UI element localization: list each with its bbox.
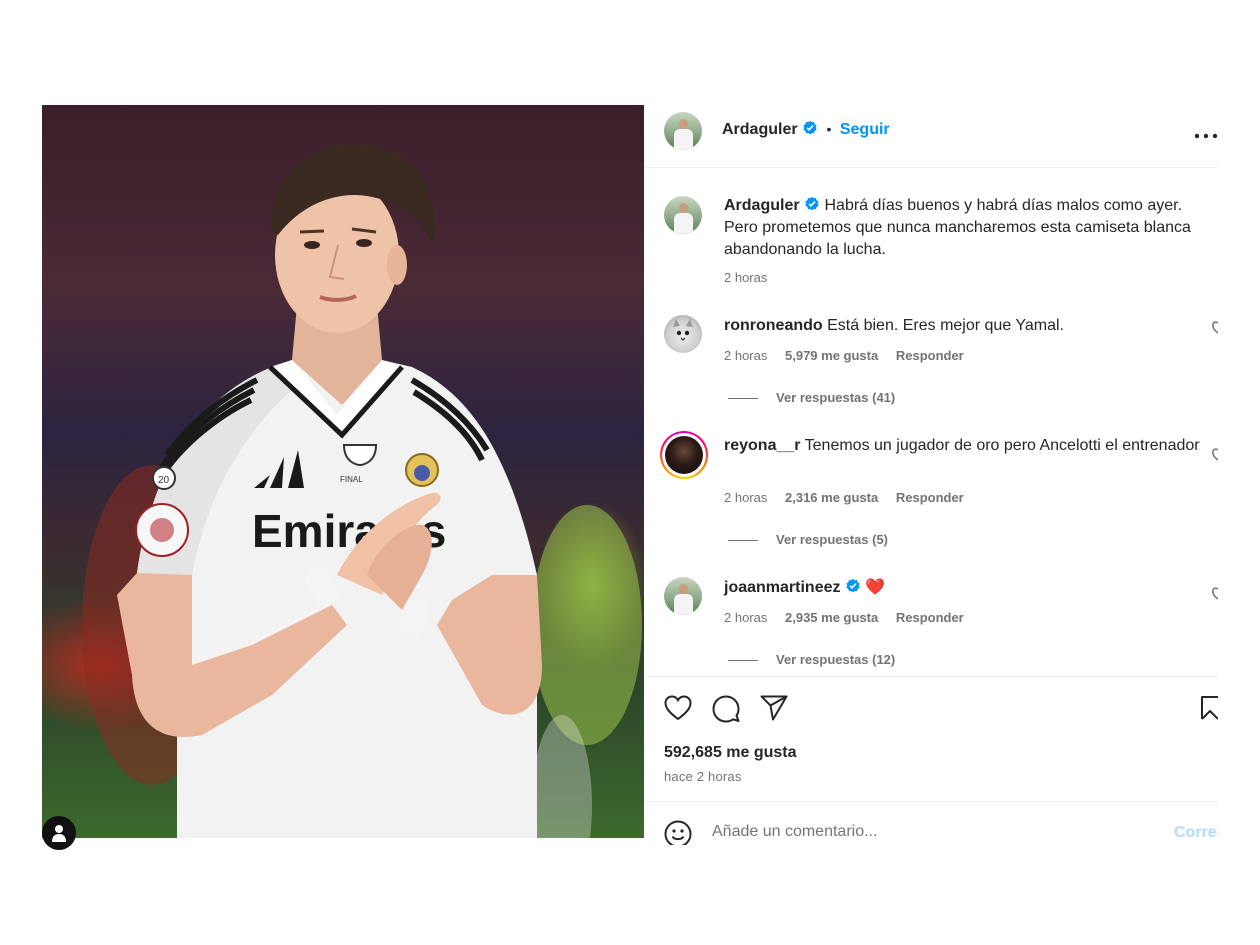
comment-time: 2 horas xyxy=(724,610,768,625)
comment-time: 2 horas xyxy=(724,490,768,505)
caption-username[interactable]: Ardaguler xyxy=(724,197,800,214)
comment-text: ❤️ xyxy=(865,579,886,596)
comment-text: Tenemos un jugador de oro pero Ancelotti… xyxy=(804,437,1200,454)
reply-button[interactable]: Responder xyxy=(896,610,964,625)
save-button[interactable] xyxy=(1200,695,1218,726)
post-actions-bar: 592,685 me gusta hace 2 horas Correo xyxy=(644,676,1218,845)
likes-count[interactable]: 592,685 me gusta xyxy=(664,744,797,762)
heart-icon xyxy=(1212,448,1218,461)
view-replies-button[interactable]: Ver respuestas (41) xyxy=(728,390,895,405)
caption-meta: 2 horas xyxy=(724,270,781,285)
comment-likes[interactable]: 2,935 me gusta xyxy=(785,610,878,625)
follow-button[interactable]: Seguir xyxy=(840,121,890,138)
comment-meta: 2 horas 5,979 me gusta Responder xyxy=(724,348,978,363)
post-side-panel: Ardaguler • Seguir Ardaguler Habrá días … xyxy=(644,105,1218,845)
author-avatar[interactable] xyxy=(664,112,702,150)
more-options-button[interactable] xyxy=(1194,127,1218,145)
user-tag-button[interactable] xyxy=(42,816,76,850)
add-comment-bar: Correo xyxy=(644,801,1218,845)
author-username[interactable]: Ardaguler xyxy=(722,121,798,138)
comment-time: 2 horas xyxy=(724,348,768,363)
comment-meta: 2 horas 2,935 me gusta Responder xyxy=(724,610,978,625)
caption-avatar[interactable] xyxy=(664,196,702,234)
view-replies-label: Ver respuestas (12) xyxy=(776,652,896,667)
view-replies-button[interactable]: Ver respuestas (12) xyxy=(728,652,895,667)
comment-like-button[interactable] xyxy=(1212,447,1218,466)
comment-likes[interactable]: 2,316 me gusta xyxy=(785,490,878,505)
player-illustration: 20 FINAL Emirates xyxy=(82,144,642,838)
patch-number: 20 xyxy=(158,475,170,486)
comment-button[interactable] xyxy=(712,695,740,728)
comment-likes[interactable]: 5,979 me gusta xyxy=(785,348,878,363)
paper-plane-icon xyxy=(760,695,788,721)
commenter-avatar[interactable] xyxy=(664,577,702,615)
comment-text: Está bien. Eres mejor que Yamal. xyxy=(827,317,1064,334)
header-separator: • xyxy=(826,121,832,137)
commenter-username[interactable]: reyona__r xyxy=(724,437,801,454)
verified-badge-icon xyxy=(805,196,819,211)
post-comment-button[interactable]: Correo xyxy=(1174,824,1218,842)
commenter-username[interactable]: ronroneando xyxy=(724,317,823,334)
reply-button[interactable]: Responder xyxy=(896,490,964,505)
share-button[interactable] xyxy=(760,695,788,726)
verified-badge-icon xyxy=(803,120,817,135)
post-timestamp: hace 2 horas xyxy=(664,769,742,784)
view-replies-label: Ver respuestas (5) xyxy=(776,532,889,547)
view-replies-label: Ver respuestas (41) xyxy=(776,390,896,405)
comment-like-button[interactable] xyxy=(1212,320,1218,339)
reply-button[interactable]: Responder xyxy=(896,348,964,363)
post-header: Ardaguler • Seguir xyxy=(644,105,1218,168)
commenter-username[interactable]: joaanmartineez xyxy=(724,579,840,596)
commenter-avatar[interactable] xyxy=(664,315,702,353)
caption-time: 2 horas xyxy=(724,270,768,285)
emoji-icon xyxy=(664,820,692,845)
more-options-icon xyxy=(1194,133,1218,139)
heart-icon xyxy=(1212,321,1218,334)
like-button[interactable] xyxy=(664,695,692,726)
comment-meta: 2 horas 2,316 me gusta Responder xyxy=(724,490,978,505)
final-print: FINAL xyxy=(340,475,363,484)
emoji-button[interactable] xyxy=(664,820,692,845)
verified-badge-icon xyxy=(846,578,860,593)
comment-like-button[interactable] xyxy=(1212,586,1218,605)
heart-icon xyxy=(1212,587,1218,600)
heart-icon xyxy=(664,695,692,721)
bookmark-icon xyxy=(1201,696,1218,720)
post-photo[interactable]: 20 FINAL Emirates xyxy=(42,105,644,838)
comment-input[interactable] xyxy=(712,823,1132,841)
comment-bubble-icon xyxy=(712,695,740,723)
view-replies-button[interactable]: Ver respuestas (5) xyxy=(728,532,888,547)
commenter-avatar[interactable] xyxy=(660,431,708,479)
user-tag-icon xyxy=(52,825,66,842)
